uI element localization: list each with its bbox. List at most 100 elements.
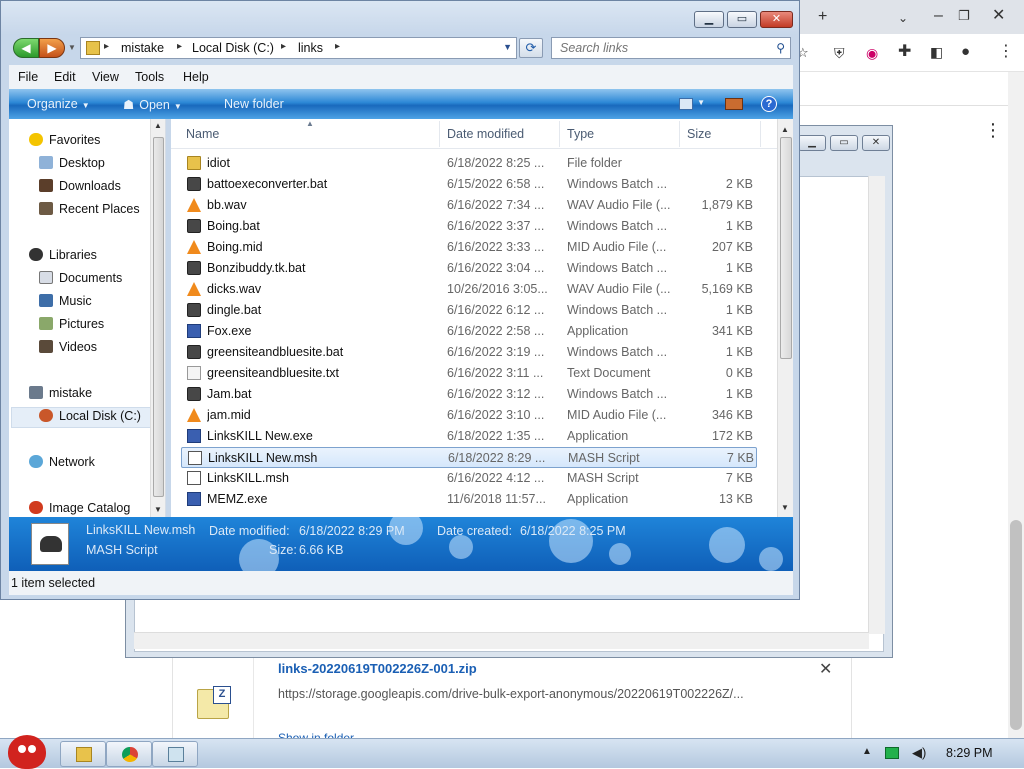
- search-input[interactable]: [552, 38, 762, 58]
- file-row[interactable]: Boing.bat 6/16/2022 3:37 ... Windows Batch…: [181, 216, 757, 237]
- column-divider[interactable]: [760, 121, 761, 147]
- close-button[interactable]: ✕: [760, 11, 793, 28]
- file-row[interactable]: Boing.mid 6/16/2022 3:33 ... MID Audio Fil…: [181, 237, 757, 258]
- forward-button[interactable]: ▶: [39, 38, 65, 58]
- address-history-dropdown-icon[interactable]: ▼: [503, 42, 512, 52]
- breadcrumb-separator-icon[interactable]: ▸: [281, 41, 286, 52]
- taskbar-chrome-button[interactable]: [106, 741, 152, 767]
- file-row[interactable]: dingle.bat 6/16/2022 6:12 ... Windows Batc…: [181, 300, 757, 321]
- taskbar-notepad-button[interactable]: [152, 741, 198, 767]
- breadcrumb-separator-icon[interactable]: ▸: [104, 41, 109, 52]
- new-tab-plus-icon[interactable]: +: [818, 7, 827, 27]
- file-row[interactable]: Fox.exe 6/16/2022 2:58 ... Application 341 …: [181, 321, 757, 342]
- menu-file[interactable]: File: [18, 70, 38, 84]
- nav-item-documents[interactable]: Documents: [39, 271, 122, 285]
- file-row[interactable]: LinksKILL.msh 6/16/2022 4:12 ... MASH Scri…: [181, 468, 757, 489]
- minimize-button[interactable]: ▁: [694, 11, 724, 28]
- column-divider[interactable]: [679, 121, 680, 147]
- close-button[interactable]: ✕: [862, 135, 890, 151]
- nav-item-local-disk[interactable]: Local Disk (C:): [39, 409, 141, 423]
- address-bar[interactable]: ▸ mistake ▸ Local Disk (C:) ▸ links ▸ ▼: [80, 37, 517, 59]
- file-row[interactable]: Jam.bat 6/16/2022 3:12 ... Windows Batch .…: [181, 384, 757, 405]
- nav-libraries[interactable]: Libraries: [29, 248, 97, 262]
- back-button[interactable]: ◀: [13, 38, 39, 58]
- downloads-more-actions-icon[interactable]: ⋮: [984, 120, 1002, 141]
- nav-scrollbar-thumb[interactable]: [153, 137, 164, 497]
- file-row[interactable]: bb.wav 6/16/2022 7:34 ... WAV Audio File (…: [181, 195, 757, 216]
- menu-edit[interactable]: Edit: [54, 70, 76, 84]
- file-list-scrollbar[interactable]: ▲ ▼: [777, 119, 793, 517]
- scroll-up-arrow-icon[interactable]: ▲: [154, 121, 162, 130]
- breadcrumb-separator-icon[interactable]: ▸: [335, 41, 340, 52]
- remove-download-close-icon[interactable]: ✕: [819, 659, 832, 679]
- start-button[interactable]: [4, 731, 50, 769]
- file-row[interactable]: Bonzibuddy.tk.bat 6/16/2022 3:04 ... Windo…: [181, 258, 757, 279]
- column-header-name[interactable]: Name: [186, 127, 219, 141]
- extension-flag-icon[interactable]: ◉: [866, 43, 878, 63]
- browser-menu-kebab-icon[interactable]: ⋮: [998, 42, 1014, 62]
- tab-search-chevron-icon[interactable]: ⌄: [898, 8, 908, 28]
- column-divider[interactable]: [439, 121, 440, 147]
- nav-item-desktop[interactable]: Desktop: [39, 156, 105, 170]
- extensions-puzzle-icon[interactable]: ✚: [898, 42, 911, 62]
- help-icon[interactable]: ?: [761, 96, 777, 112]
- file-row[interactable]: greensiteandbluesite.txt 6/16/2022 3:11 .…: [181, 363, 757, 384]
- nav-network[interactable]: Network: [29, 455, 95, 469]
- restore-button[interactable]: ▭: [830, 135, 858, 151]
- file-row[interactable]: LinksKILL New.exe 6/18/2022 1:35 ... Appli…: [181, 426, 757, 447]
- ublock-extension-icon[interactable]: ⛨: [834, 43, 845, 63]
- maximize-button[interactable]: ▭: [727, 11, 757, 28]
- page-scrollbar-thumb[interactable]: [1010, 520, 1022, 730]
- nav-scrollbar[interactable]: ▲ ▼: [150, 119, 165, 517]
- file-row[interactable]: LinksKILL New.msh 6/18/2022 8:29 ... MASH …: [181, 447, 757, 468]
- file-row[interactable]: battoexeconverter.bat 6/15/2022 6:58 ... W…: [181, 174, 757, 195]
- show-hidden-icons-icon[interactable]: ▲: [862, 746, 872, 757]
- battery-icon[interactable]: [885, 747, 899, 759]
- horizontal-scrollbar[interactable]: [134, 632, 869, 649]
- nav-image-catalog[interactable]: Image Catalog: [29, 501, 130, 515]
- file-row[interactable]: idiot 6/18/2022 8:25 ... File folder: [181, 153, 757, 174]
- close-icon[interactable]: ✕: [992, 6, 1005, 26]
- volume-icon[interactable]: ◀): [912, 745, 926, 761]
- breadcrumb-local-disk[interactable]: Local Disk (C:): [192, 41, 274, 55]
- nav-item-videos[interactable]: Videos: [39, 340, 97, 354]
- file-row[interactable]: MEMZ.exe 11/6/2018 11:57... Application 13 …: [181, 489, 757, 510]
- open-button[interactable]: ☗ Open ▼: [123, 97, 182, 112]
- nav-computer[interactable]: mistake: [29, 386, 92, 400]
- column-header-type[interactable]: Type: [567, 127, 594, 141]
- file-row[interactable]: dicks.wav 10/26/2016 3:05... WAV Audio Fil…: [181, 279, 757, 300]
- minimize-icon[interactable]: –: [934, 6, 943, 26]
- menu-view[interactable]: View: [92, 70, 119, 84]
- download-filename-link[interactable]: links-20220619T002226Z-001.zip: [278, 661, 477, 676]
- change-view-icon[interactable]: [679, 98, 693, 110]
- vertical-scrollbar[interactable]: [868, 176, 885, 634]
- nav-item-pictures[interactable]: Pictures: [39, 317, 104, 331]
- scroll-up-arrow-icon[interactable]: ▲: [781, 125, 789, 134]
- file-row[interactable]: greensiteandbluesite.bat 6/16/2022 3:19 .…: [181, 342, 757, 363]
- title-bar[interactable]: ▁ ▭ ✕: [1, 1, 799, 35]
- preview-pane-icon[interactable]: [725, 98, 743, 110]
- menu-help[interactable]: Help: [183, 70, 209, 84]
- column-header-date-modified[interactable]: Date modified: [447, 127, 524, 141]
- chevron-down-icon[interactable]: ▼: [697, 98, 705, 107]
- profile-avatar-icon[interactable]: ●: [961, 42, 970, 62]
- search-box[interactable]: ⚲: [551, 37, 791, 59]
- recent-pages-dropdown-icon[interactable]: ▼: [68, 43, 76, 52]
- clock[interactable]: 8:29 PM: [946, 746, 993, 760]
- download-url[interactable]: https://storage.googleapis.com/drive-bul…: [278, 687, 744, 701]
- nav-item-recent-places[interactable]: Recent Places: [39, 202, 140, 216]
- file-list-scrollbar-thumb[interactable]: [780, 137, 792, 359]
- breadcrumb-mistake[interactable]: mistake: [121, 41, 164, 55]
- refresh-button[interactable]: ⟳: [519, 38, 543, 58]
- search-icon[interactable]: ⚲: [776, 41, 785, 55]
- organize-button[interactable]: Organize ▼: [27, 97, 90, 111]
- nav-favorites[interactable]: Favorites: [29, 133, 100, 147]
- menu-tools[interactable]: Tools: [135, 70, 164, 84]
- taskbar-explorer-button[interactable]: [60, 741, 106, 767]
- scroll-down-arrow-icon[interactable]: ▼: [781, 503, 789, 512]
- breadcrumb-links[interactable]: links: [298, 41, 323, 55]
- nav-item-downloads[interactable]: Downloads: [39, 179, 121, 193]
- minimize-button[interactable]: ▁: [798, 135, 826, 151]
- scroll-down-arrow-icon[interactable]: ▼: [154, 505, 162, 514]
- breadcrumb-separator-icon[interactable]: ▸: [177, 41, 182, 52]
